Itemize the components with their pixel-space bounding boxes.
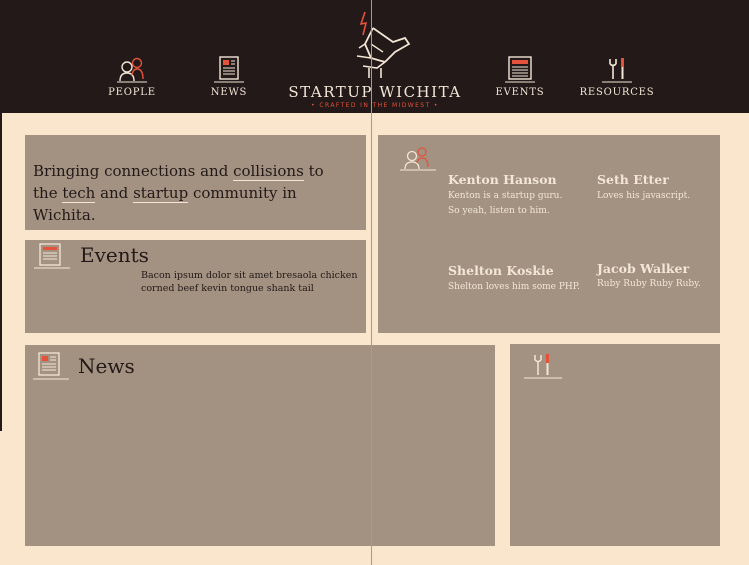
nav-news[interactable]: NEWS (184, 55, 274, 98)
person-bio: So yeah, listen to him. (448, 206, 550, 216)
nav-people[interactable]: PEOPLE (87, 55, 177, 98)
newspaper-icon (33, 352, 69, 380)
person-bio: Kenton is a startup guru. (448, 191, 563, 201)
calendar-icon (34, 243, 70, 269)
person-name[interactable]: Jacob Walker (597, 261, 689, 276)
events-title: Events (80, 243, 149, 267)
nav-people-label: PEOPLE (108, 87, 156, 98)
site-header: PEOPLE NEWS STARTUP WICHITA • CRAFTED IN… (0, 0, 749, 113)
logo-title: STARTUP WICHITA (288, 83, 462, 101)
site-logo[interactable]: STARTUP WICHITA • CRAFTED IN THE MIDWEST… (280, 8, 470, 112)
news-panel: News (25, 345, 495, 546)
rocket-hand-icon (356, 11, 411, 78)
logo-tagline: • CRAFTED IN THE MIDWEST • (311, 102, 439, 109)
collisions-link[interactable]: collisions (233, 162, 304, 181)
tools-icon (602, 58, 632, 83)
people-panel: Kenton Hanson Kenton is a startup guru. … (378, 135, 720, 333)
intro-text-segment: the (33, 184, 63, 202)
person-bio: Loves his javascript. (597, 191, 691, 201)
calendar-icon (505, 56, 535, 83)
person-bio: Shelton loves him some PHP. (448, 282, 580, 292)
intro-panel: Bringing connections and collisions to t… (25, 135, 366, 230)
nav-news-label: NEWS (210, 87, 248, 98)
resources-panel (510, 344, 720, 546)
nav-events[interactable]: EVENTS (475, 55, 565, 98)
person-name[interactable]: Kenton Hanson (448, 172, 557, 187)
left-edge-bar (0, 113, 2, 431)
person-name[interactable]: Shelton Koskie (448, 263, 554, 278)
nav-events-label: EVENTS (495, 87, 545, 98)
news-title: News (78, 354, 135, 378)
events-panel: Events Bacon ipsum dolor sit amet bresao… (25, 240, 366, 333)
nav-resources-label: RESOURCES (579, 87, 655, 98)
newspaper-icon (214, 56, 244, 83)
intro-text-segment: to (303, 162, 324, 180)
people-icon (400, 147, 436, 171)
startup-link[interactable]: startup (133, 184, 189, 203)
intro-text-segment: and (95, 184, 134, 202)
intro-text-segment: Bringing connections and (33, 162, 234, 180)
people-icon (117, 57, 147, 83)
intro-text: Bringing connections and collisions to t… (33, 160, 363, 226)
tools-icon (524, 354, 562, 379)
person-bio: Ruby Ruby Ruby Ruby. (597, 279, 701, 289)
person-name[interactable]: Seth Etter (597, 172, 669, 187)
nav-resources[interactable]: RESOURCES (572, 55, 662, 98)
layout-guide-line (371, 0, 372, 565)
tech-link[interactable]: tech (62, 184, 96, 203)
events-description: Bacon ipsum dolor sit amet bresaola chic… (141, 270, 358, 294)
